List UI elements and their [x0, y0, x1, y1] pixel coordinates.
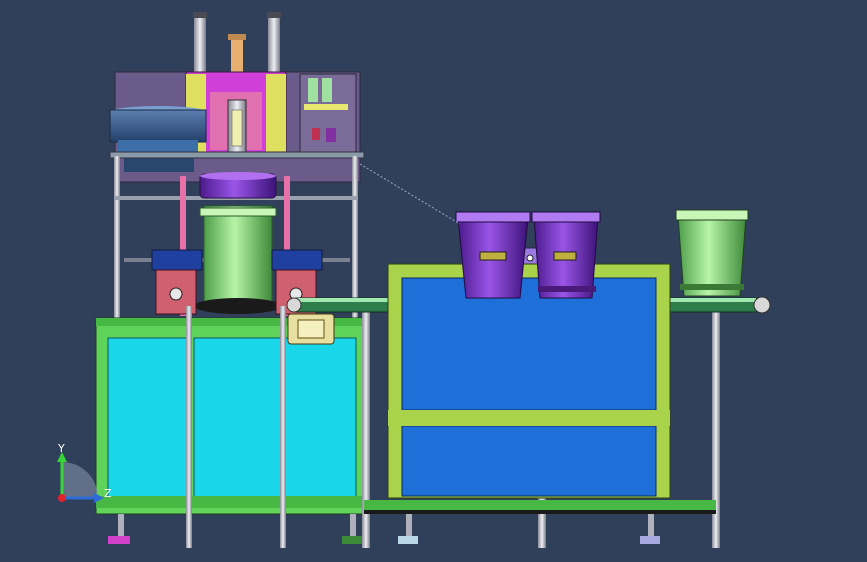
bucket-lid-rim: [200, 172, 276, 180]
left-leg-2: [350, 514, 356, 538]
bucket-purple-1-band: [479, 251, 507, 261]
bowl-feeder-body: [109, 109, 207, 143]
left-cabinet-panel-right: [193, 337, 357, 499]
valve-rail: [304, 104, 348, 110]
conveyor-post-1: [186, 306, 192, 548]
right-cabinet-divider: [388, 410, 670, 426]
conveyor-bottom-rail-shadow: [364, 510, 716, 514]
left-foot-1: [108, 536, 130, 544]
pusher-plate-hole: [526, 254, 534, 262]
bucket-under-press: [203, 205, 273, 303]
bucket-green-rim: [675, 209, 749, 221]
bucket-purple-2-ring: [538, 286, 596, 292]
right-cabinet-panel-top: [401, 277, 657, 411]
right-foot-2: [640, 536, 660, 544]
right-leg-1: [406, 514, 412, 538]
center-rod-cap: [228, 34, 246, 40]
bucket-under-press-rim: [199, 207, 277, 217]
valve-fitting-1: [312, 128, 320, 140]
bucket-green-ring: [680, 284, 744, 290]
left-foot-2: [342, 536, 362, 544]
valve-1: [308, 78, 318, 102]
conveyor-bottom-rail: [364, 500, 716, 510]
triad-origin: [58, 494, 66, 502]
triad-z-label: Z: [104, 487, 112, 500]
clamp-right-head: [271, 249, 323, 271]
top-cylinder-right-cap: [267, 12, 281, 18]
frame-post-left: [114, 156, 120, 318]
conveyor-post-2: [280, 306, 286, 548]
bucket-base-black: [194, 298, 282, 314]
conveyor-end-roller: [753, 296, 771, 314]
bowl-feeder-base: [124, 158, 194, 172]
conveyor-motor-window: [297, 319, 325, 339]
bucket-purple-2-rim: [531, 211, 601, 223]
conveyor-start-roller: [286, 297, 302, 313]
right-cabinet-panel-bottom: [401, 425, 657, 497]
top-cylinder-left-cap: [193, 12, 207, 18]
valve-2: [322, 78, 332, 102]
bucket-purple-2-band: [553, 251, 577, 261]
press-spindle-spring: [231, 109, 243, 147]
press-head-yellow-right: [266, 74, 286, 152]
clamp-left-head: [151, 249, 203, 271]
top-cylinder-right: [268, 14, 280, 74]
left-cabinet-panel-left: [107, 337, 191, 499]
clamp-left-gauge: [169, 287, 183, 301]
top-mounting-plate: [109, 151, 365, 159]
left-leg-1: [118, 514, 124, 538]
top-cylinder-left: [194, 14, 206, 74]
right-leg-2: [648, 514, 654, 538]
frame-post-right: [352, 156, 358, 318]
cad-viewport[interactable]: Y Z: [0, 0, 867, 562]
valve-fitting-2: [326, 128, 336, 142]
right-foot-1: [398, 536, 418, 544]
center-rod: [231, 36, 243, 76]
triad-y-label: Y: [57, 442, 65, 455]
bucket-purple-1-rim: [455, 211, 531, 223]
left-cabinet-bottom-bar: [96, 496, 364, 508]
